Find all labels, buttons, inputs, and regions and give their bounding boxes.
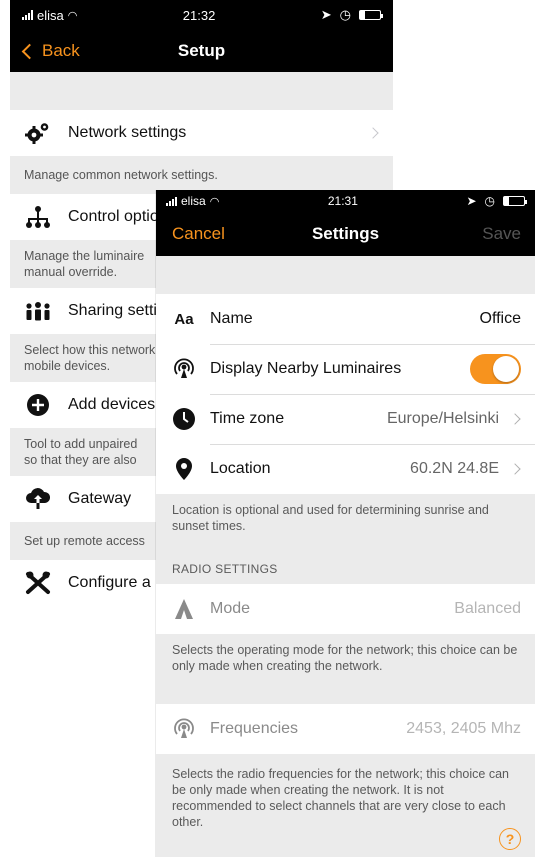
frequencies-description: Selects the radio frequencies for the ne… <box>172 767 509 829</box>
gears-icon <box>24 121 52 145</box>
setup-item-label: Network settings <box>68 124 187 141</box>
timezone-value: Europe/Helsinki <box>386 410 499 427</box>
frequencies-label: Frequencies <box>210 720 299 737</box>
location-arrow-icon: ➤ <box>466 194 477 208</box>
map-pin-icon <box>172 457 196 481</box>
save-button[interactable]: Save <box>482 224 521 244</box>
setup-nav-bar: Back Setup <box>10 30 393 72</box>
nearby-luminaires-label: Display Nearby Luminaires <box>210 360 402 377</box>
timezone-value-group: Europe/Helsinki <box>387 410 521 428</box>
mode-description: Selects the operating mode for the netwo… <box>172 643 518 673</box>
help-button[interactable]: ? <box>499 828 521 850</box>
alarm-icon: ◷ <box>339 7 351 22</box>
chevron-right-icon <box>509 413 521 425</box>
back-button[interactable]: Back <box>20 41 80 61</box>
mode-row: Mode Balanced <box>156 584 535 634</box>
page-title: Settings <box>311 224 380 243</box>
chevron-left-icon <box>21 43 38 59</box>
radio-settings-header: RADIO SETTINGS <box>172 562 278 576</box>
setup-item-label: Configure a <box>68 574 151 591</box>
back-label: Back <box>42 41 80 60</box>
carrier-label: elisa <box>181 194 206 208</box>
broadcast-icon <box>172 717 196 741</box>
setup-item-network[interactable]: Network settings <box>10 110 393 156</box>
name-row[interactable]: Aa Name Office <box>156 294 535 344</box>
settings-nav-bar: Cancel Settings Save <box>156 212 535 256</box>
location-label: Location <box>210 460 271 477</box>
setup-item-label: Add devices <box>68 396 156 413</box>
broadcast-icon <box>172 357 196 381</box>
alarm-icon: ◷ <box>484 194 495 208</box>
spacer <box>156 256 535 294</box>
location-arrow-icon: ➤ <box>320 7 332 22</box>
name-value: Office <box>479 310 522 327</box>
carrier-label: elisa <box>37 7 64 23</box>
status-bar: elisa ◠ 21:31 ➤ ◷ <box>156 190 535 212</box>
spacer <box>10 72 393 110</box>
signal-icon <box>22 10 33 20</box>
clock-label: 21:32 <box>182 7 216 23</box>
clock-icon <box>172 407 196 431</box>
settings-screen: elisa ◠ 21:31 ➤ ◷ Cancel Settings Save A… <box>156 190 535 857</box>
mode-value: Balanced <box>454 600 521 617</box>
status-bar: elisa ◠ 21:32 ➤ ◷ <box>10 0 393 30</box>
name-label: Name <box>210 310 253 327</box>
wifi-icon: ◠ <box>209 195 220 208</box>
hierarchy-icon <box>24 205 52 229</box>
mode-triangle-icon <box>172 597 196 621</box>
chevron-right-icon <box>509 463 521 475</box>
clock-label: 21:31 <box>327 194 358 208</box>
nearby-luminaires-toggle[interactable] <box>470 354 521 384</box>
plus-circle-icon <box>24 393 52 417</box>
frequencies-value: 2453, 2405 Mhz <box>406 720 521 737</box>
location-row[interactable]: Location 60.2N 24.8E <box>156 444 535 494</box>
battery-icon <box>359 10 383 20</box>
timezone-label: Time zone <box>210 410 285 427</box>
location-value: 60.2N 24.8E <box>410 460 499 477</box>
location-description: Location is optional and used for determ… <box>172 503 489 533</box>
nearby-luminaires-row: Display Nearby Luminaires <box>156 344 535 394</box>
location-value-group: 60.2N 24.8E <box>410 460 521 478</box>
battery-icon <box>503 196 527 206</box>
mode-label: Mode <box>210 600 251 617</box>
frequencies-row: Frequencies 2453, 2405 Mhz <box>156 704 535 754</box>
page-title: Setup <box>177 41 226 60</box>
cloud-upload-icon <box>24 487 52 511</box>
setup-item-label: Gateway <box>68 490 132 507</box>
wifi-icon: ◠ <box>67 9 78 22</box>
toggle-knob <box>493 356 519 382</box>
cancel-button[interactable]: Cancel <box>172 224 225 244</box>
people-icon <box>24 299 52 323</box>
timezone-row[interactable]: Time zone Europe/Helsinki <box>156 394 535 444</box>
tools-icon <box>24 571 52 595</box>
chevron-right-icon <box>367 127 379 139</box>
setup-item-description: Manage common network settings. <box>10 156 393 194</box>
signal-icon <box>166 196 177 206</box>
text-icon: Aa <box>174 310 194 328</box>
